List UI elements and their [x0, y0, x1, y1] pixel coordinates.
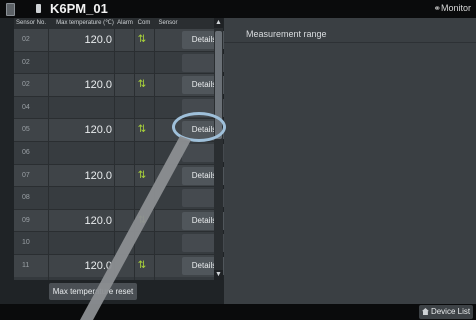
pointer-line [80, 136, 191, 320]
app-window: K6PM_01 ⚭Monitor Sensor No. Max temperat… [0, 0, 476, 320]
